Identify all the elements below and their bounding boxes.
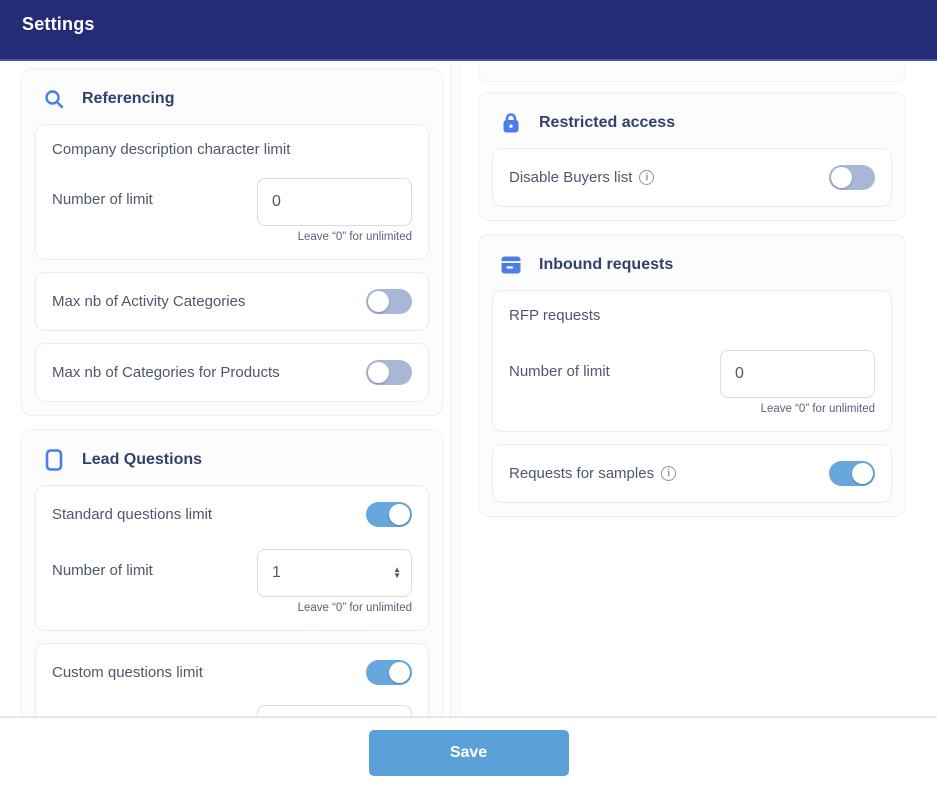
- number-of-limit-label: Number of limit: [509, 350, 610, 380]
- product-categories-toggle[interactable]: [366, 360, 412, 385]
- referencing-card: Referencing Company description characte…: [21, 68, 443, 416]
- lock-icon: [500, 112, 522, 134]
- standard-questions-label: Standard questions limit: [52, 506, 212, 523]
- referencing-title: Referencing: [82, 90, 174, 108]
- custom-questions-card: Custom questions limit: [35, 643, 429, 716]
- activity-categories-card: Max nb of Activity Categories: [35, 272, 429, 331]
- cutoff-card-top: [478, 63, 906, 82]
- activity-categories-label: Max nb of Activity Categories: [52, 293, 245, 310]
- company-description-limit-card: Company description character limit Numb…: [35, 124, 429, 260]
- toggle-knob: [389, 504, 410, 525]
- standard-questions-card: Standard questions limit Number of limit…: [35, 485, 429, 631]
- info-icon[interactable]: i: [661, 466, 676, 481]
- standard-questions-toggle[interactable]: [366, 502, 412, 527]
- tablet-icon: [43, 449, 65, 471]
- info-icon[interactable]: i: [639, 170, 654, 185]
- requests-for-samples-label: Requests for samples i: [509, 465, 676, 482]
- number-of-limit-label: Number of limit: [52, 549, 153, 579]
- lead-questions-header: Lead Questions: [35, 443, 429, 485]
- custom-questions-label: Custom questions limit: [52, 664, 203, 681]
- toggle-knob: [368, 291, 389, 312]
- column-scrollbar-track[interactable]: [450, 63, 462, 716]
- product-categories-card: Max nb of Categories for Products: [35, 343, 429, 402]
- requests-for-samples-toggle[interactable]: [829, 461, 875, 486]
- stepper-down-icon[interactable]: ▼: [393, 573, 401, 579]
- company-limit-input[interactable]: [257, 178, 412, 226]
- requests-for-samples-card: Requests for samples i: [492, 444, 892, 503]
- save-button[interactable]: Save: [369, 730, 569, 776]
- restricted-access-header: Restricted access: [492, 106, 892, 148]
- settings-header: Settings: [0, 0, 937, 61]
- custom-questions-toggle[interactable]: [366, 660, 412, 685]
- settings-content: Referencing Company description characte…: [0, 63, 937, 716]
- restricted-access-title: Restricted access: [539, 114, 675, 132]
- number-stepper[interactable]: ▲ ▼: [393, 567, 401, 579]
- toggle-knob: [852, 463, 873, 484]
- unlimited-helper-text: Leave “0” for unlimited: [720, 403, 875, 415]
- search-icon: [43, 88, 65, 110]
- lead-questions-title: Lead Questions: [82, 451, 202, 469]
- settings-footer: Save: [0, 716, 937, 787]
- inbound-requests-header: Inbound requests: [492, 248, 892, 290]
- standard-questions-number-value: 1: [272, 564, 281, 582]
- inbound-requests-card: Inbound requests RFP requests Number of …: [478, 234, 906, 517]
- product-categories-label: Max nb of Categories for Products: [52, 364, 280, 381]
- disable-buyers-toggle[interactable]: [829, 165, 875, 190]
- page-title: Settings: [22, 14, 95, 35]
- toggle-knob: [831, 167, 852, 188]
- restricted-access-card: Restricted access Disable Buyers list i: [478, 92, 906, 221]
- standard-questions-number-input[interactable]: 1 ▲ ▼: [257, 549, 412, 597]
- disable-buyers-label: Disable Buyers list i: [509, 169, 654, 186]
- inbox-icon: [500, 254, 522, 276]
- unlimited-helper-text: Leave “0” for unlimited: [257, 602, 412, 614]
- inbound-requests-title: Inbound requests: [539, 256, 673, 274]
- activity-categories-toggle[interactable]: [366, 289, 412, 314]
- right-column: Restricted access Disable Buyers list i: [478, 63, 906, 530]
- toggle-knob: [389, 662, 410, 683]
- unlimited-helper-text: Leave “0” for unlimited: [257, 231, 412, 243]
- left-column: Referencing Company description characte…: [21, 68, 443, 716]
- rfp-requests-card: RFP requests Number of limit Leave “0” f…: [492, 290, 892, 432]
- company-description-limit-title: Company description character limit: [52, 141, 412, 158]
- referencing-header: Referencing: [35, 82, 429, 124]
- lead-questions-card: Lead Questions Standard questions limit …: [21, 429, 443, 716]
- toggle-knob: [368, 362, 389, 383]
- disable-buyers-card: Disable Buyers list i: [492, 148, 892, 207]
- number-of-limit-label: Number of limit: [52, 178, 153, 208]
- custom-questions-number-input-partial[interactable]: [257, 705, 412, 716]
- rfp-requests-title: RFP requests: [509, 307, 875, 324]
- rfp-limit-input[interactable]: [720, 350, 875, 398]
